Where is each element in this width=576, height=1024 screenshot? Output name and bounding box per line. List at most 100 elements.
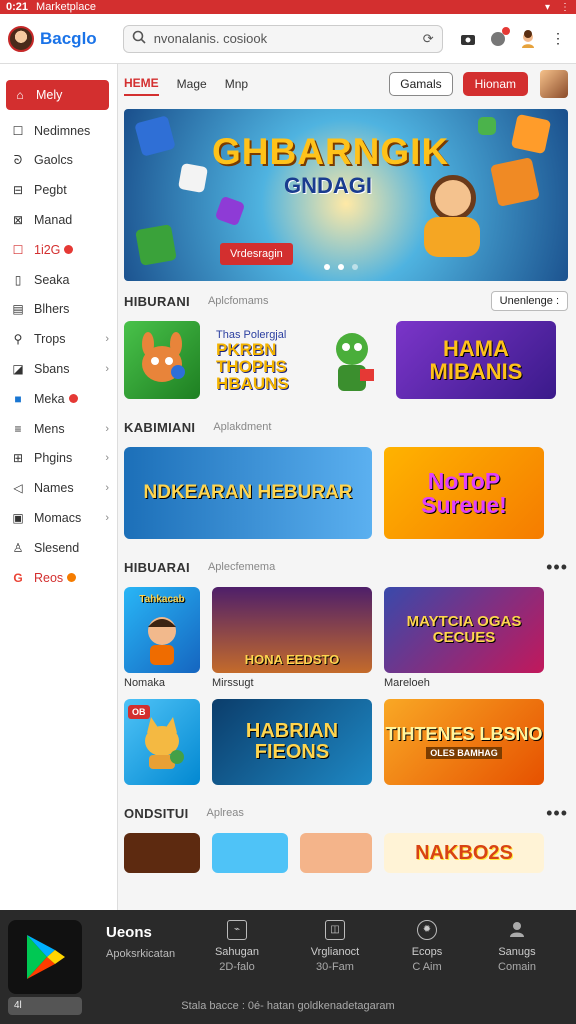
chevron-right-icon: ›: [105, 422, 109, 435]
carousel-dot[interactable]: [338, 264, 344, 270]
carousel-indicator[interactable]: [324, 264, 358, 270]
section-header: HIBUARAI Aplecfemema •••: [124, 547, 568, 587]
bottom-nav-item[interactable]: ⌁ Sahugan 2D-falo: [202, 920, 272, 973]
sidebar-item[interactable]: ◪ Sbans ›: [0, 354, 117, 384]
gear-icon: ✹: [417, 920, 437, 940]
tab-home[interactable]: HEME: [124, 72, 159, 96]
carousel-dot[interactable]: [324, 264, 330, 270]
sidebar-item[interactable]: ▣ Momacs ›: [0, 503, 117, 533]
notification-icon[interactable]: [488, 26, 510, 49]
sidebar-item[interactable]: ≡ Mens ›: [0, 414, 117, 444]
sidebar-item-label: Momacs: [34, 511, 82, 526]
card-title: NAKBO2S: [415, 841, 513, 864]
app-card[interactable]: Thas Polergjal PKRBN THOPHS HBAUNS: [212, 321, 384, 399]
app-card[interactable]: [124, 321, 200, 399]
sidebar-item[interactable]: ▯ Seaka: [0, 265, 117, 295]
person-icon: [507, 920, 527, 940]
refresh-icon[interactable]: ⟳: [423, 31, 434, 47]
logo-avatar[interactable]: [8, 25, 34, 52]
sidebar-item-label: Blhers: [34, 302, 70, 317]
sidebar-item[interactable]: ☐ 1i2G: [0, 235, 117, 265]
bottom-nav-sublabel: C Aim: [412, 961, 442, 973]
tag-icon: ◪: [12, 362, 24, 377]
dino-character-icon: [336, 333, 374, 391]
sidebar-item-label: Mely: [36, 87, 63, 102]
app-logo-text[interactable]: Bacglo: [40, 29, 97, 49]
bottom-nav-label: Ecops: [411, 946, 443, 958]
box-icon: ▣: [12, 511, 24, 526]
bottom-panel: 4l Ueons Apoksrkicatan ⌁ Sahugan 2D-falo…: [0, 910, 576, 1024]
app-card[interactable]: TIHTENES LBSNO OLES BAMHAG: [384, 699, 544, 785]
app-card[interactable]: Tahkacab: [124, 587, 200, 673]
sidebar-item[interactable]: ⊟ Pegbt: [0, 175, 117, 205]
camera-icon[interactable]: [458, 29, 478, 49]
profile-thumbnail[interactable]: [540, 70, 568, 98]
bottom-footer-text: Stala bacce : 0é- hatan goldkenadetagara…: [181, 1000, 395, 1012]
sidebar-item-label: Gaolcs: [34, 153, 73, 168]
app-card[interactable]: HONA EEDSTO: [212, 587, 372, 673]
bottom-nav-item[interactable]: ◫ Vrglianoct 30-Fam: [300, 920, 370, 973]
sidebar-item[interactable]: ⊠ Manad: [0, 205, 117, 235]
sidebar-item-label: Slesend: [34, 540, 80, 555]
blue-square-icon: ■: [14, 391, 22, 406]
search-bar[interactable]: nvonalanis. cosiook ⟳: [122, 24, 443, 53]
bottom-nav-sublabel: 30-Fam: [316, 961, 354, 973]
bottom-nav-item[interactable]: Sanugs Comain: [482, 920, 552, 973]
sidebar-item[interactable]: ᘐ Gaolcs: [0, 146, 117, 176]
more-options-icon[interactable]: •••: [546, 557, 568, 578]
section-title: HIBUARAI: [124, 559, 190, 575]
sidebar-item[interactable]: ⊞ Phgins ›: [0, 444, 117, 474]
more-options-icon[interactable]: •••: [546, 803, 568, 824]
dice-decoration: [510, 113, 552, 155]
caption-row: Nomaka Mirssugt Mareloeh: [124, 677, 568, 693]
dice-decoration: [490, 157, 540, 207]
sidebar-item[interactable]: ▤ Blhers: [0, 295, 117, 325]
more-vert-icon[interactable]: ⋮: [548, 29, 568, 49]
sidebar-item[interactable]: ♙ Slesend: [0, 533, 117, 563]
card-subtitle: OLES BAMHAG: [426, 746, 502, 759]
app-card[interactable]: NDKEARAN HEBURAR: [124, 447, 372, 539]
tab-mage[interactable]: Mage: [177, 73, 207, 95]
play-store-logo[interactable]: [8, 920, 82, 994]
sidebar-item[interactable]: ◁ Names ›: [0, 473, 117, 503]
sidebar-item[interactable]: ⚲ Trops ›: [0, 324, 117, 354]
hionam-button[interactable]: Hionam: [462, 72, 528, 96]
app-card[interactable]: OB: [124, 699, 200, 785]
sidebar-item-label: Manad: [34, 213, 73, 228]
search-input[interactable]: nvonalanis. cosiook: [154, 31, 423, 46]
app-card[interactable]: HAMA MIBANIS: [396, 321, 556, 399]
gamals-button[interactable]: Gamals: [389, 72, 453, 96]
tab-map[interactable]: Mnp: [225, 73, 248, 95]
app-card[interactable]: [124, 833, 200, 873]
bottom-nav-label: Sahugan: [214, 946, 260, 958]
sidebar-item-label: Sbans: [34, 362, 70, 377]
app-row: Tahkacab HONA EEDSTO MAYTCIA OGAS CECUES: [124, 587, 568, 673]
app-row: NDKEARAN HEBURAR NoToP Sureue!: [124, 447, 568, 539]
bottom-nav-item[interactable]: ✹ Ecops C Aim: [392, 920, 462, 973]
dice-decoration: [478, 117, 496, 135]
person-icon: ♙: [12, 540, 24, 555]
image-icon: ⊠: [12, 213, 24, 228]
app-card[interactable]: NAKBO2S: [384, 833, 544, 873]
section-header: KABIMIANI Aplakdment: [124, 407, 568, 447]
sidebar-item-label: Seaka: [34, 272, 70, 287]
app-card[interactable]: [212, 833, 288, 873]
sidebar-item[interactable]: ■ Meka: [0, 384, 117, 414]
challenge-dropdown[interactable]: Unenlenge :: [490, 291, 568, 311]
sidebar-item[interactable]: G Reos: [0, 563, 117, 593]
app-card[interactable]: NoToP Sureue!: [384, 447, 544, 539]
app-card[interactable]: HABRIAN FIEONS: [212, 699, 372, 785]
sidebar-item[interactable]: ☐ Nedimnes: [0, 116, 117, 146]
banner-button[interactable]: Vrdesragin: [220, 243, 293, 265]
banner-subtitle: GNDAGI: [284, 173, 372, 198]
more-vert-icon: ⋮: [560, 1, 570, 13]
sidebar-item-label: Nedimnes: [34, 123, 91, 138]
app-card[interactable]: MAYTCIA OGAS CECUES: [384, 587, 544, 673]
user-avatar-icon[interactable]: [518, 29, 538, 49]
hero-banner[interactable]: GHBARNGIK GNDAGI Vrdesragin: [124, 109, 568, 281]
search-icon: [132, 30, 146, 47]
app-card[interactable]: [300, 833, 372, 873]
carousel-dot[interactable]: [352, 264, 358, 270]
sidebar-item[interactable]: ⌂ Mely: [6, 80, 109, 110]
character-body: [424, 217, 480, 257]
